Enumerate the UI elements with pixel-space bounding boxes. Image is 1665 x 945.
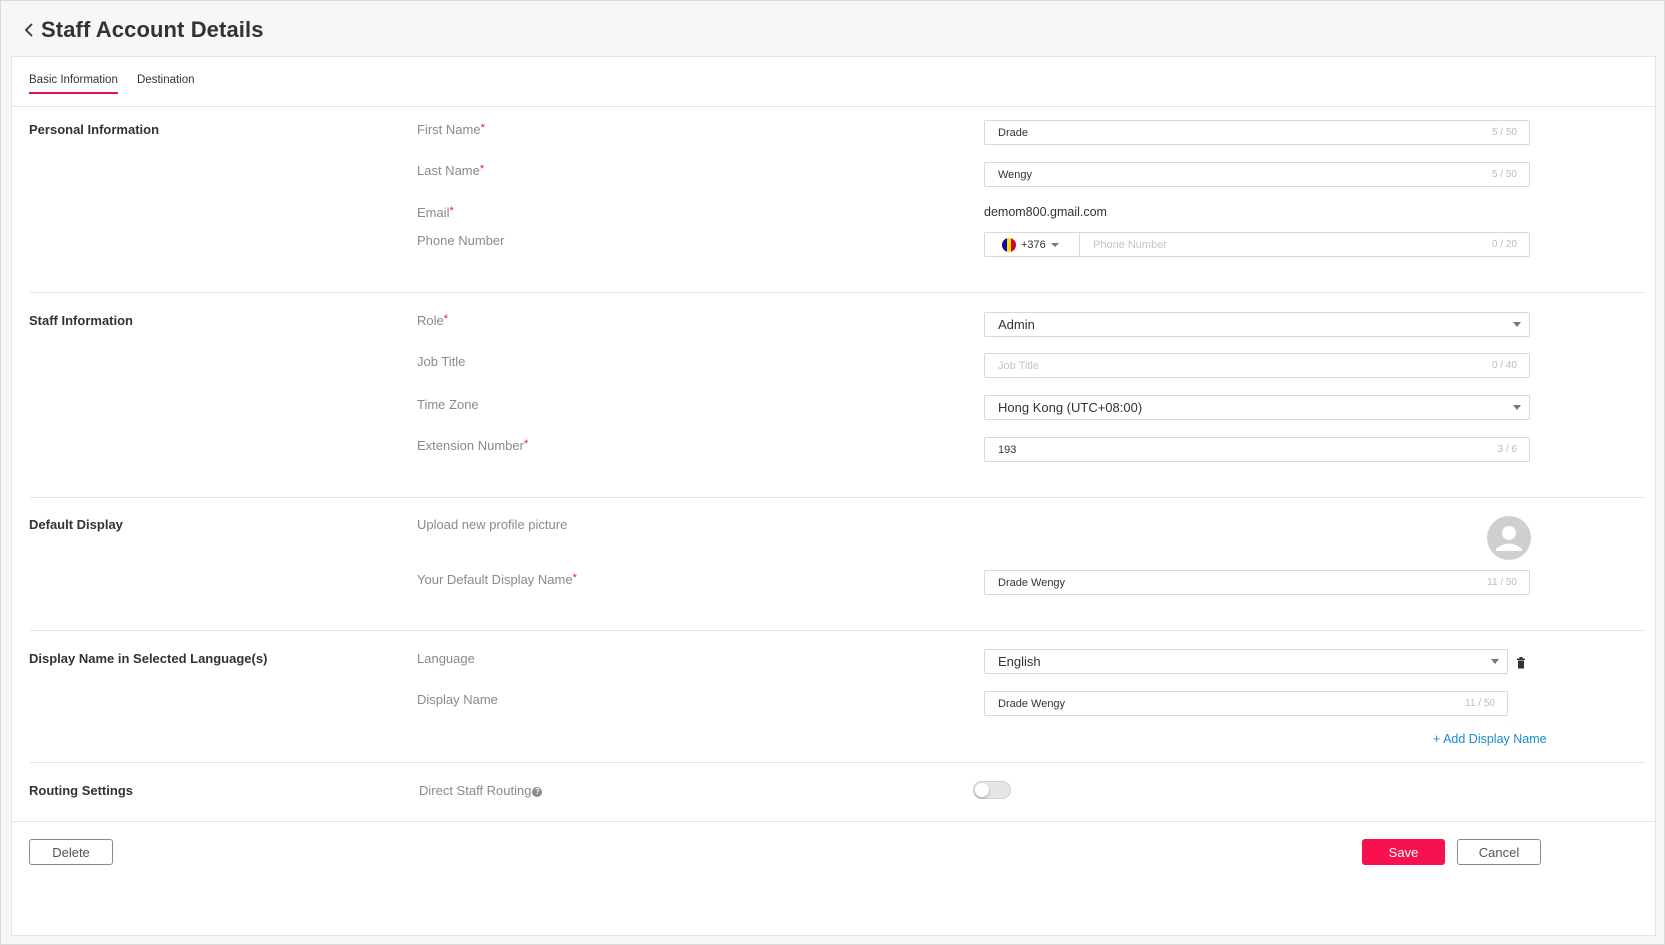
display-name-field[interactable]: Drade Wengy 11 / 50	[984, 691, 1508, 716]
role-value: Admin	[998, 317, 1035, 332]
upload-profile-picture-label: Upload new profile picture	[417, 517, 568, 532]
role-label: Role*	[417, 313, 449, 328]
language-select[interactable]: English	[984, 649, 1508, 674]
required-mark: *	[523, 438, 529, 450]
phone-number-input[interactable]: Phone Number	[1093, 239, 1492, 251]
email-value: demom800.gmail.com	[984, 205, 1107, 219]
default-display-name-label: Your Default Display Name*	[417, 572, 577, 587]
section-title-personal: Personal Information	[29, 122, 160, 137]
add-display-name-link[interactable]: + Add Display Name	[1433, 732, 1547, 746]
phone-number-label: Phone Number	[417, 233, 505, 248]
app-window: Staff Account Details Basic Information …	[0, 0, 1665, 945]
details-card: Basic Information Destination Personal I…	[11, 56, 1656, 936]
required-mark: *	[443, 313, 449, 325]
direct-staff-routing-toggle[interactable]	[973, 781, 1011, 799]
display-name-value: Drade Wengy	[998, 697, 1066, 710]
time-zone-value: Hong Kong (UTC+08:00)	[998, 400, 1143, 415]
country-code-value: +376	[1021, 238, 1046, 251]
section-title-routing: Routing Settings	[29, 783, 133, 798]
display-name-label: Display Name	[417, 692, 498, 707]
caret-down-icon	[1491, 659, 1499, 664]
cancel-button[interactable]: Cancel	[1457, 839, 1541, 865]
email-label: Email*	[417, 205, 454, 220]
phone-number-field: +376 Phone Number 0 / 20	[984, 232, 1530, 257]
help-icon[interactable]: ?	[532, 787, 543, 797]
caret-down-icon	[1513, 405, 1521, 410]
default-display-name-field[interactable]: Drade Wengy 11 / 50	[984, 570, 1530, 595]
caret-down-icon	[1050, 242, 1059, 247]
language-label: Language	[417, 651, 475, 666]
chevron-left-icon[interactable]	[19, 17, 39, 43]
section-divider	[30, 497, 1645, 498]
default-display-name-counter: 11 / 50	[1487, 577, 1517, 588]
direct-staff-routing-label: Direct Staff Routing?	[419, 783, 543, 798]
section-divider	[30, 292, 1645, 293]
job-title-field[interactable]: Job Title 0 / 40	[984, 353, 1530, 378]
toggle-knob	[975, 783, 989, 797]
display-name-counter: 11 / 50	[1465, 698, 1495, 709]
job-title-counter: 0 / 40	[1491, 360, 1517, 371]
section-title-languages: Display Name in Selected Language(s)	[29, 651, 268, 666]
time-zone-label: Time Zone	[417, 397, 479, 412]
section-divider	[30, 630, 1645, 631]
job-title-placeholder: Job Title	[998, 359, 1039, 372]
extension-number-field[interactable]: 193 3 / 6	[984, 437, 1530, 462]
extension-number-counter: 3 / 6	[1497, 444, 1517, 455]
last-name-value: Wengy	[998, 168, 1033, 181]
first-name-field[interactable]: Drade 5 / 50	[984, 120, 1530, 145]
required-mark: *	[572, 572, 577, 584]
tab-basic-information[interactable]: Basic Information	[29, 74, 118, 94]
tab-destination[interactable]: Destination	[137, 74, 195, 92]
delete-button[interactable]: Delete	[29, 839, 113, 865]
first-name-counter: 5 / 50	[1491, 127, 1517, 138]
last-name-label: Last Name*	[417, 163, 485, 178]
footer-divider	[12, 821, 1655, 822]
page-title: Staff Account Details	[41, 17, 264, 42]
caret-down-icon	[1513, 322, 1521, 327]
extension-number-label: Extension Number*	[417, 438, 529, 453]
section-title-default-display: Default Display	[29, 517, 123, 532]
time-zone-select[interactable]: Hong Kong (UTC+08:00)	[984, 395, 1530, 420]
first-name-value: Drade	[998, 126, 1028, 139]
section-divider	[30, 762, 1645, 763]
andorra-flag-icon	[1002, 237, 1016, 252]
country-code-select[interactable]: +376	[985, 233, 1080, 256]
job-title-label: Job Title	[417, 354, 466, 369]
required-mark: *	[479, 163, 485, 175]
avatar-icon[interactable]	[1487, 516, 1531, 560]
page-header: Staff Account Details	[19, 15, 264, 45]
last-name-field[interactable]: Wengy 5 / 50	[984, 162, 1530, 187]
save-button[interactable]: Save	[1362, 839, 1445, 865]
default-display-name-value: Drade Wengy	[998, 576, 1066, 589]
tab-bar: Basic Information Destination	[12, 57, 1655, 107]
phone-number-counter: 0 / 20	[1491, 239, 1517, 250]
required-mark: *	[449, 205, 454, 217]
first-name-label: First Name*	[417, 122, 485, 137]
required-mark: *	[480, 122, 485, 134]
trash-icon[interactable]	[1516, 656, 1526, 674]
section-title-staff: Staff Information	[29, 313, 133, 328]
language-value: English	[998, 654, 1041, 669]
role-select[interactable]: Admin	[984, 312, 1530, 337]
extension-number-value: 193	[998, 443, 1017, 456]
last-name-counter: 5 / 50	[1491, 169, 1517, 180]
